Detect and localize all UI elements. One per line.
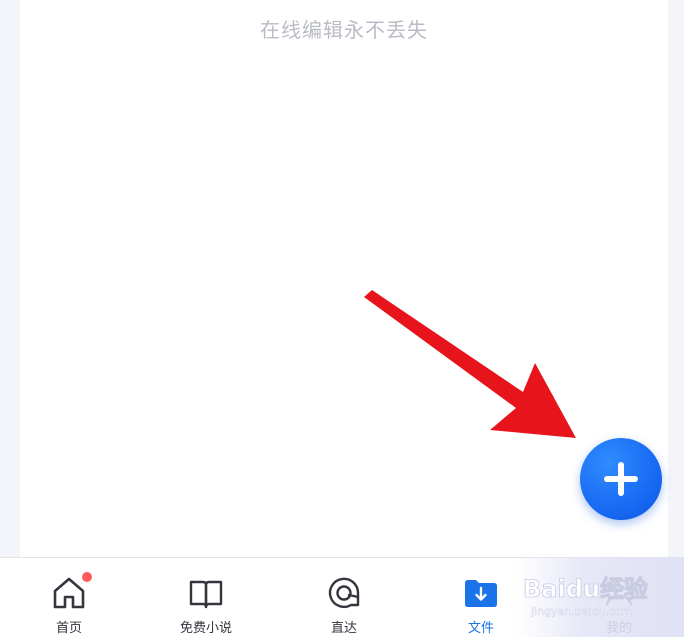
app-screen: 在线编辑永不丢失 首页 免费小说 直达 文件 我的 Baidu经验 jingya… [0, 0, 684, 637]
plus-icon [604, 462, 638, 496]
direct-icon [325, 574, 363, 612]
add-button[interactable] [580, 438, 662, 520]
bottom-tab-bar: 首页 免费小说 直达 文件 我的 [0, 557, 684, 637]
empty-hint: 在线编辑永不丢失 [260, 18, 428, 42]
tab-label: 直达 [330, 621, 357, 636]
tab-label: 文件 [467, 621, 494, 636]
tab-free-novels[interactable]: 免费小说 [156, 558, 256, 637]
book-icon [187, 574, 225, 612]
notification-dot [82, 572, 92, 582]
tab-label: 首页 [55, 621, 82, 636]
tab-label: 我的 [605, 621, 632, 636]
tab-direct[interactable]: 直达 [294, 558, 394, 637]
document-list-area: 在线编辑永不丢失 [20, 0, 668, 557]
tab-profile[interactable]: 我的 [569, 558, 669, 637]
tab-home[interactable]: 首页 [19, 558, 119, 637]
tab-files[interactable]: 文件 [431, 558, 531, 637]
home-icon [50, 572, 92, 612]
tab-label: 免费小说 [179, 621, 232, 636]
folder-download-icon [462, 574, 500, 612]
profile-icon [600, 574, 638, 612]
